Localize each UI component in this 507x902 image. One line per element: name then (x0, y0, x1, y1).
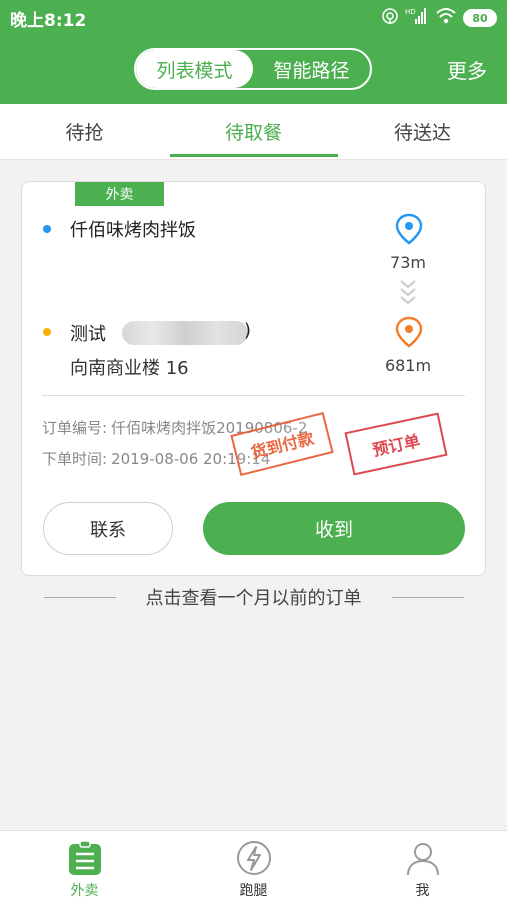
received-button[interactable]: 收到 (203, 502, 465, 555)
customer-name: 测试 (70, 324, 106, 345)
preorder-stamp: 预订单 (344, 412, 448, 476)
order-status-tabs: 待抢 待取餐 待送达 (0, 104, 507, 160)
cell-signal-icon: HD (405, 7, 429, 29)
app-header: 晚上8:12 HD 80 列表模式 智能路径 更多 (0, 0, 507, 104)
nav-label-takeout: 外卖 (70, 883, 99, 899)
status-bar: 晚上8:12 HD 80 (0, 0, 507, 36)
chevron-down-icon (399, 279, 417, 311)
customer-location-pin-icon[interactable] (394, 316, 424, 352)
hotspot-icon (381, 7, 399, 29)
nav-item-me[interactable]: 我 (338, 831, 507, 902)
shop-dot-icon (43, 225, 51, 233)
view-mode-toggle: 列表模式 智能路径 (134, 48, 372, 90)
wifi-icon (435, 7, 457, 29)
history-right-line (391, 596, 464, 598)
history-left-line (43, 596, 116, 598)
battery-icon: 80 (463, 9, 497, 27)
card-divider (42, 395, 465, 396)
nav-item-takeout[interactable]: 外卖 (0, 831, 169, 902)
svg-text:HD: HD (405, 8, 416, 16)
customer-dot-icon (43, 328, 51, 336)
customer-distance: 681m (384, 356, 432, 375)
tab-list-mode[interactable]: 列表模式 (136, 50, 253, 88)
order-number-label: 订单编号: (42, 419, 108, 437)
shop-location-pin-icon[interactable] (394, 213, 424, 249)
order-card[interactable]: 外卖 仟佰味烤肉拌饭 73m 测试 ) 向南商业楼 16 681m 订单编号: 仟… (21, 181, 486, 576)
tab-smart-route[interactable]: 智能路径 (253, 50, 370, 88)
order-time-label: 下单时间: (42, 450, 108, 468)
history-orders-link[interactable]: 点击查看一个月以前的订单 (0, 584, 507, 610)
customer-phone-redacted (122, 321, 248, 345)
tab-to-pickup[interactable]: 待取餐 (169, 104, 338, 159)
status-icons: HD 80 (381, 7, 497, 29)
nav-label-me: 我 (415, 883, 430, 899)
bottom-nav: 外卖 跑腿 我 (0, 830, 507, 902)
contact-button[interactable]: 联系 (43, 502, 173, 555)
person-icon (404, 839, 442, 877)
shop-distance: 73m (390, 253, 426, 272)
nav-label-errand: 跑腿 (239, 883, 268, 899)
status-time: 晚上8:12 (10, 10, 87, 31)
list-icon (66, 839, 104, 877)
customer-paren: ) (244, 320, 252, 341)
order-type-tag: 外卖 (75, 182, 164, 206)
tab-to-deliver[interactable]: 待送达 (338, 104, 507, 159)
history-link-text[interactable]: 点击查看一个月以前的订单 (146, 584, 362, 610)
customer-address: 向南商业楼 16 (70, 358, 189, 379)
lightning-icon (235, 839, 273, 877)
more-button[interactable]: 更多 (447, 55, 487, 84)
shop-name: 仟佰味烤肉拌饭 (70, 220, 196, 241)
nav-item-errand[interactable]: 跑腿 (169, 831, 338, 902)
tab-to-grab[interactable]: 待抢 (0, 104, 169, 159)
